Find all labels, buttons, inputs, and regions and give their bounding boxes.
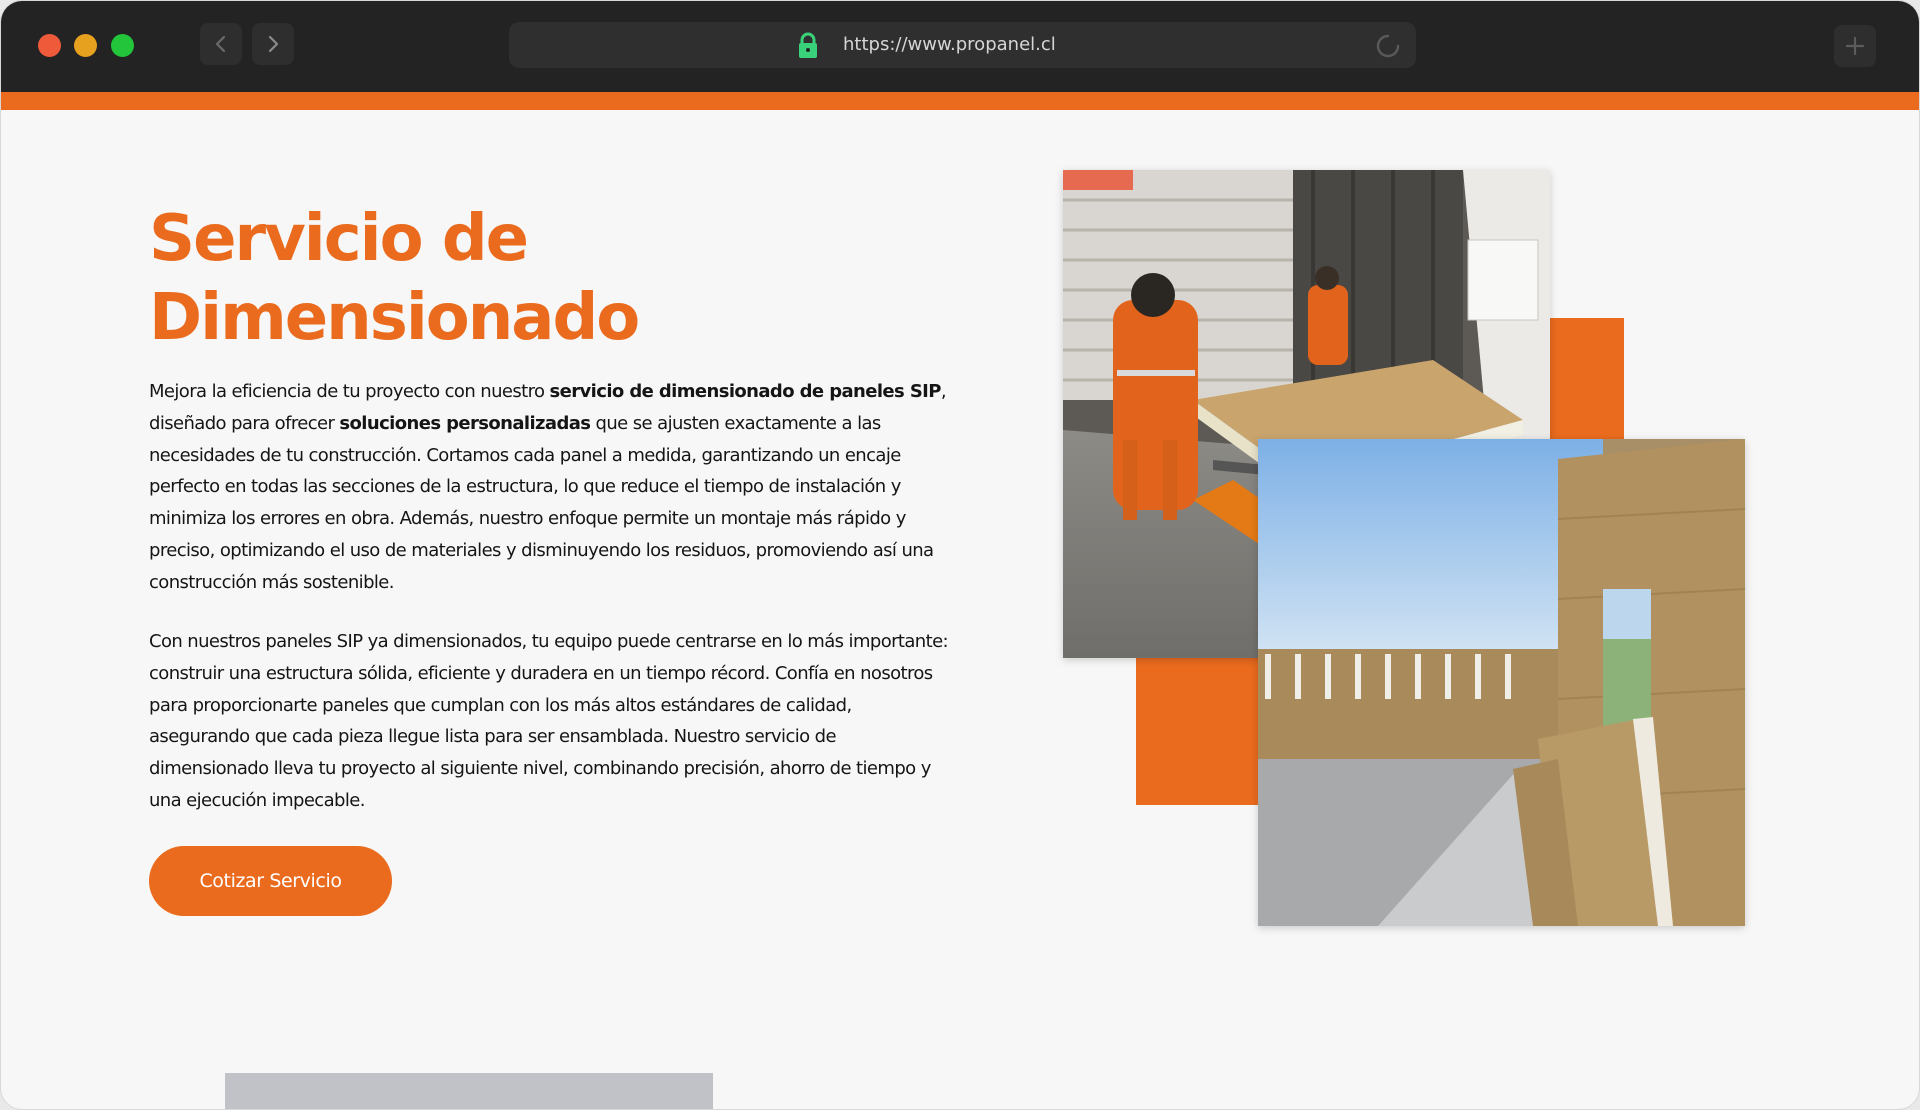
- intro-bold-2: soluciones personalizadas: [339, 412, 591, 434]
- intro-paragraph: Mejora la eficiencia de tu proyecto con …: [149, 376, 949, 599]
- page-content: Servicio de Dimensionado Mejora la efici…: [1, 110, 1919, 1109]
- header-accent-bar: [1, 92, 1919, 110]
- browser-window: https://www.propanel.cl Servicio de Dime…: [0, 0, 1920, 1110]
- forward-button[interactable]: [252, 23, 294, 65]
- benefits-paragraph: Con nuestros paneles SIP ya dimensionado…: [149, 631, 949, 811]
- quote-service-button[interactable]: Cotizar Servicio: [149, 846, 392, 916]
- plus-icon: [1845, 36, 1865, 56]
- minimize-window-button[interactable]: [74, 34, 97, 57]
- lock-icon: [799, 32, 817, 58]
- browser-toolbar: https://www.propanel.cl: [1, 1, 1919, 92]
- intro-text-1: Mejora la eficiencia de tu proyecto con …: [149, 381, 550, 402]
- reload-icon[interactable]: [1374, 32, 1402, 60]
- back-button[interactable]: [200, 23, 242, 65]
- decorative-orange-block: [1550, 318, 1624, 441]
- chevron-left-icon: [215, 35, 226, 53]
- maximize-window-button[interactable]: [111, 34, 134, 57]
- address-bar[interactable]: https://www.propanel.cl: [509, 22, 1416, 68]
- title-line-2: Dimensionado: [149, 281, 640, 355]
- chevron-right-icon: [268, 35, 279, 53]
- url-text: https://www.propanel.cl: [843, 34, 1056, 55]
- next-section-image-placeholder: [225, 1073, 713, 1109]
- intro-bold-1: servicio de dimensionado de paneles SIP: [549, 381, 942, 402]
- new-tab-button[interactable]: [1834, 25, 1876, 67]
- title-line-1: Servicio de: [149, 202, 529, 276]
- page-title: Servicio de Dimensionado: [149, 200, 849, 358]
- close-window-button[interactable]: [38, 34, 61, 57]
- decorative-orange-block: [1136, 657, 1260, 805]
- intro-text-3: que se ajusten exactamente a las necesid…: [149, 412, 934, 593]
- sip-panel-construction-site-photo: [1258, 439, 1745, 926]
